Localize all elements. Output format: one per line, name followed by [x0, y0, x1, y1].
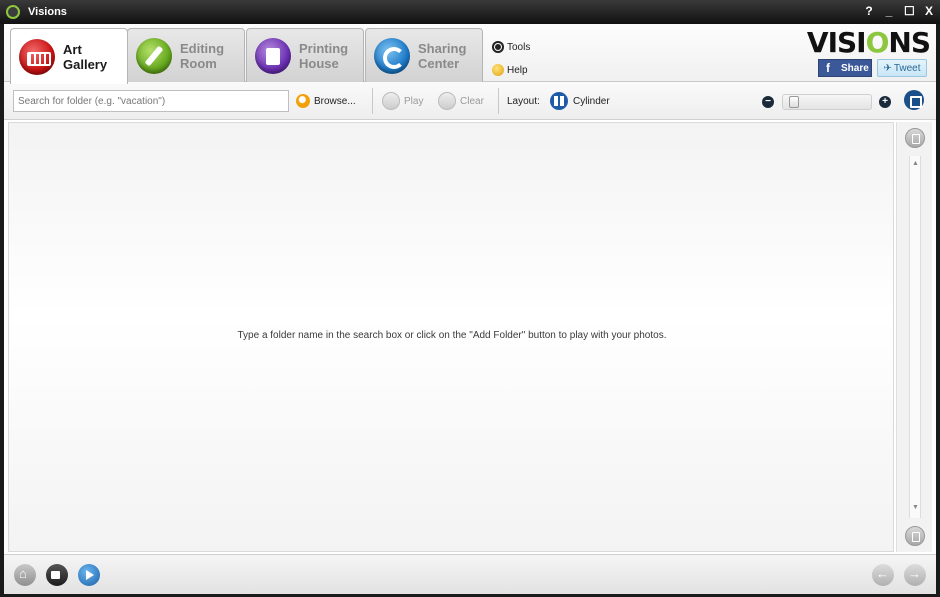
browse-button[interactable]: Browse... — [296, 92, 356, 110]
title-bar: Visions ? _ ☐ X — [0, 0, 940, 24]
scroll-top-icon[interactable] — [905, 128, 925, 148]
tab-sharing-center-label: Sharing Center — [418, 40, 467, 71]
empty-state-message: Type a folder name in the search box or … — [237, 330, 667, 341]
bottom-bar — [4, 554, 936, 594]
tools-label: Tools — [507, 41, 531, 53]
window-title: Visions — [28, 6, 67, 18]
help-menu[interactable]: Help — [492, 64, 528, 76]
browse-folder-icon — [296, 94, 310, 108]
tab-printing-house-label: Printing House — [299, 40, 349, 71]
clear-label: Clear — [460, 95, 484, 107]
scroll-bottom-icon[interactable] — [905, 526, 925, 546]
browse-label: Browse... — [314, 95, 356, 107]
visions-app-icon — [6, 5, 20, 19]
scroll-track[interactable]: ▲ ▼ — [909, 156, 921, 518]
tab-art-gallery[interactable]: Art Gallery — [10, 28, 128, 84]
facebook-icon: f — [826, 61, 830, 75]
layout-value: Cylinder — [573, 95, 610, 107]
maximize-button[interactable]: ☐ — [904, 4, 915, 18]
tab-editing-room-label: Editing Room — [180, 40, 225, 71]
window-controls: ? _ ☐ X — [864, 4, 934, 18]
facebook-share-button[interactable]: f Share — [818, 59, 872, 77]
clear-button[interactable]: Clear — [438, 92, 484, 110]
toolbar-divider — [372, 88, 373, 114]
tab-sharing-center[interactable]: Sharing Center — [365, 28, 483, 82]
clear-icon — [438, 92, 456, 110]
twitter-bird-icon: ✈ — [883, 62, 892, 74]
zoom-in-icon[interactable]: + — [879, 96, 891, 108]
help-label: Help — [507, 64, 528, 76]
next-arrow-icon[interactable] — [904, 564, 926, 586]
web-link-icon[interactable] — [78, 564, 100, 586]
toolbar-divider — [498, 88, 499, 114]
toolbar: Browse... Play Clear Layout: Cylinder − … — [4, 82, 936, 120]
zoom-out-icon[interactable]: − — [762, 96, 774, 108]
tab-editing-room[interactable]: Editing Room — [127, 28, 245, 82]
header: Art Gallery Editing Room Printing House Sha… — [4, 24, 936, 84]
zoom-slider[interactable] — [782, 94, 872, 110]
visions-logo: VISIONS — [806, 26, 931, 59]
printing-house-icon — [255, 37, 291, 74]
scroll-down-arrow-icon[interactable]: ▼ — [912, 504, 919, 511]
minimize-button[interactable]: _ — [884, 4, 894, 18]
previous-arrow-icon[interactable] — [872, 564, 894, 586]
cylinder-layout-icon — [550, 92, 568, 110]
scroll-up-arrow-icon[interactable]: ▲ — [912, 160, 919, 167]
play-button[interactable]: Play — [382, 92, 423, 110]
sharing-center-icon — [374, 37, 410, 74]
help-window-button[interactable]: ? — [864, 4, 874, 18]
play-label: Play — [404, 95, 424, 107]
tools-menu[interactable]: Tools — [492, 41, 530, 53]
layout-label: Layout: — [507, 95, 540, 107]
home-icon[interactable] — [14, 564, 36, 586]
close-button[interactable]: X — [924, 4, 934, 18]
app-window: Art Gallery Editing Room Printing House Sha… — [4, 24, 936, 594]
facebook-share-label: Share — [841, 62, 869, 74]
tweet-label: Tweet — [893, 62, 921, 74]
tweet-button[interactable]: ✈ Tweet — [877, 59, 927, 77]
gallery-canvas[interactable]: Type a folder name in the search box or … — [8, 122, 894, 552]
tab-art-gallery-label: Art Gallery — [63, 41, 108, 72]
fullscreen-icon[interactable] — [904, 90, 924, 110]
zoom-slider-thumb[interactable] — [788, 96, 799, 108]
editing-room-icon — [136, 37, 172, 74]
folder-search-input[interactable] — [13, 90, 289, 112]
help-icon — [492, 64, 504, 76]
tools-icon — [492, 41, 504, 53]
vertical-scroller: ▲ ▼ — [896, 122, 932, 552]
video-camera-icon[interactable] — [46, 564, 68, 586]
play-icon — [382, 92, 400, 110]
layout-selector[interactable]: Cylinder — [550, 92, 610, 110]
tab-printing-house[interactable]: Printing House — [246, 28, 364, 82]
art-gallery-icon — [19, 38, 55, 75]
